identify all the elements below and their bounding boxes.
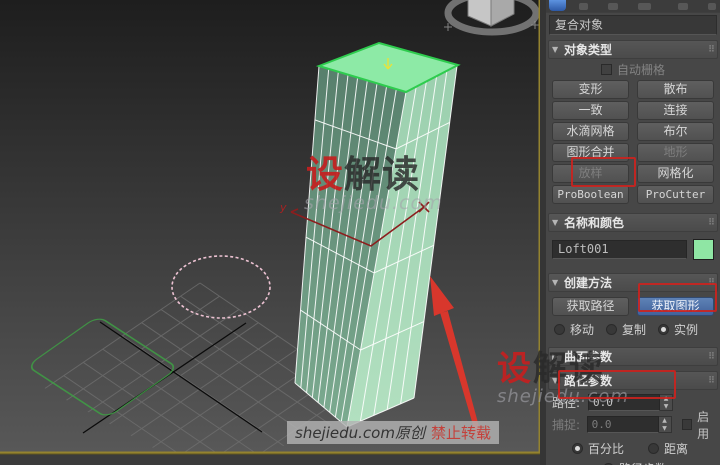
terrain-button[interactable]: 地形 [637,143,714,162]
radio-selected-icon [658,324,670,335]
object-color-swatch[interactable] [693,239,714,260]
enable-label: 启用 [697,409,710,441]
autogrid-label: 自动栅格 [616,62,665,77]
command-panel: 复合对象 ▼ 对象类型 ⠿ 自动栅格 变形 散布 一致 连接 水滴网格 布尔 图… [546,0,720,465]
path-value[interactable]: 0.0 [588,394,660,411]
boolean-button[interactable]: 布尔 [637,122,714,141]
status-strip [0,454,540,465]
rollout-title: 曲面参数 [564,350,613,364]
percentage-radio[interactable]: 百分比 [572,440,624,457]
chevron-down-icon: ▼ [552,45,559,54]
radio-icon [606,324,618,335]
motion-tab-icon[interactable] [638,3,651,10]
modify-tab-icon[interactable] [579,3,588,10]
autogrid-checkbox[interactable] [600,63,612,75]
percentage-label: 百分比 [588,442,625,456]
viewport-3d[interactable]: y 设解读 shejiedu.com shejiedu.com原创 禁止转载 [0,0,540,465]
move-radio[interactable]: 移动 [554,321,594,338]
distance-label: 距离 [664,442,689,456]
path-label: 路径: [552,396,581,410]
create-tab-icon[interactable] [549,0,566,11]
enable-checkbox[interactable] [681,419,693,430]
drag-handle-icon[interactable]: ⠿ [708,45,715,55]
procutter-button[interactable]: ProCutter [637,185,714,204]
scatter-button[interactable]: 散布 [637,80,714,99]
rollout-title: 对象类型 [564,43,613,57]
spinner-arrows-icon[interactable]: ▲ ▼ [660,394,673,411]
radio-icon [648,443,660,454]
radio-selected-icon [572,443,583,454]
max-application-window: y 设解读 shejiedu.com shejiedu.com原创 禁止转载 设… [0,0,720,465]
path-steps-radio[interactable]: 路径步数 [603,460,667,465]
proboolean-button[interactable]: ProBoolean [552,185,629,204]
move-label: 移动 [570,323,595,337]
chevron-right-icon: ▶ [552,352,559,361]
chevron-down-icon: ▼ [552,376,559,385]
rollout-title: 名称和颜色 [564,216,625,230]
mesher-button[interactable]: 网格化 [637,164,714,183]
rollout-path-params[interactable]: ▼ 路径参数 ⠿ [548,371,718,390]
command-panel-tabs[interactable] [546,0,720,13]
shapemerge-button[interactable]: 图形合并 [552,143,629,162]
autogrid-row: 自动栅格 [546,62,720,77]
display-tab-icon[interactable] [678,3,688,10]
snap-spinner[interactable]: 0.0 ▲ ▼ [586,416,672,433]
instance-label: 实例 [674,323,699,337]
snap-spinner-row: 捕捉: 0.0 ▲ ▼ 启用 [550,410,720,441]
copy-label: 复制 [622,323,647,337]
instance-radio[interactable]: 实例 [658,321,698,338]
rollout-title: 创建方法 [564,276,613,290]
conform-button[interactable]: 一致 [552,101,629,120]
viewport-background [0,0,540,453]
distance-radio[interactable]: 距离 [648,440,688,457]
radio-icon [554,324,565,335]
viewport-scene[interactable]: y [0,0,540,465]
rollout-object-type[interactable]: ▼ 对象类型 ⠿ [548,40,718,59]
category-dropdown-value: 复合对象 [555,18,604,32]
path-spinner[interactable]: 0.0 ▲ ▼ [588,394,673,411]
path-steps-label: 路径步数 [619,460,667,465]
drag-handle-icon[interactable]: ⠿ [708,352,715,362]
connect-button[interactable]: 连接 [637,101,714,120]
rollout-name-color[interactable]: ▼ 名称和颜色 ⠿ [548,213,718,232]
chevron-down-icon: ▼ [552,278,559,287]
category-dropdown[interactable]: 复合对象 [549,15,717,35]
drag-handle-icon[interactable]: ⠿ [708,218,715,228]
rollout-surface-params[interactable]: ▶ 曲面参数 ⠿ [548,347,718,366]
chevron-down-icon: ▼ [552,218,559,227]
get-shape-button[interactable]: 获取图形 [637,297,714,316]
utilities-tab-icon[interactable] [708,3,716,10]
object-type-buttons: 变形 散布 一致 连接 水滴网格 布尔 图形合并 地形 放样 网格化 ProBo… [552,80,714,204]
y-axis-annotation-label: y [279,201,287,214]
get-path-button[interactable]: 获取路径 [552,297,629,316]
rollout-creation-method[interactable]: ▼ 创建方法 ⠿ [548,273,718,292]
drag-handle-icon[interactable]: ⠿ [708,278,715,288]
spinner-arrows-icon[interactable]: ▲ ▼ [658,416,672,433]
snap-value[interactable]: 0.0 [586,416,659,433]
drag-handle-icon[interactable]: ⠿ [708,376,715,386]
rollout-title: 路径参数 [564,374,613,388]
snap-label: 捕捉: [552,418,581,432]
morph-button[interactable]: 变形 [552,80,629,99]
enable-checkbox-wrap[interactable]: 启用 [681,408,720,442]
blobmesh-button[interactable]: 水滴网格 [552,122,629,141]
loft-button[interactable]: 放样 [552,164,629,183]
copy-radio[interactable]: 复制 [606,321,646,338]
object-name-field[interactable]: Loft001 [552,240,687,259]
hierarchy-tab-icon[interactable] [608,3,618,10]
